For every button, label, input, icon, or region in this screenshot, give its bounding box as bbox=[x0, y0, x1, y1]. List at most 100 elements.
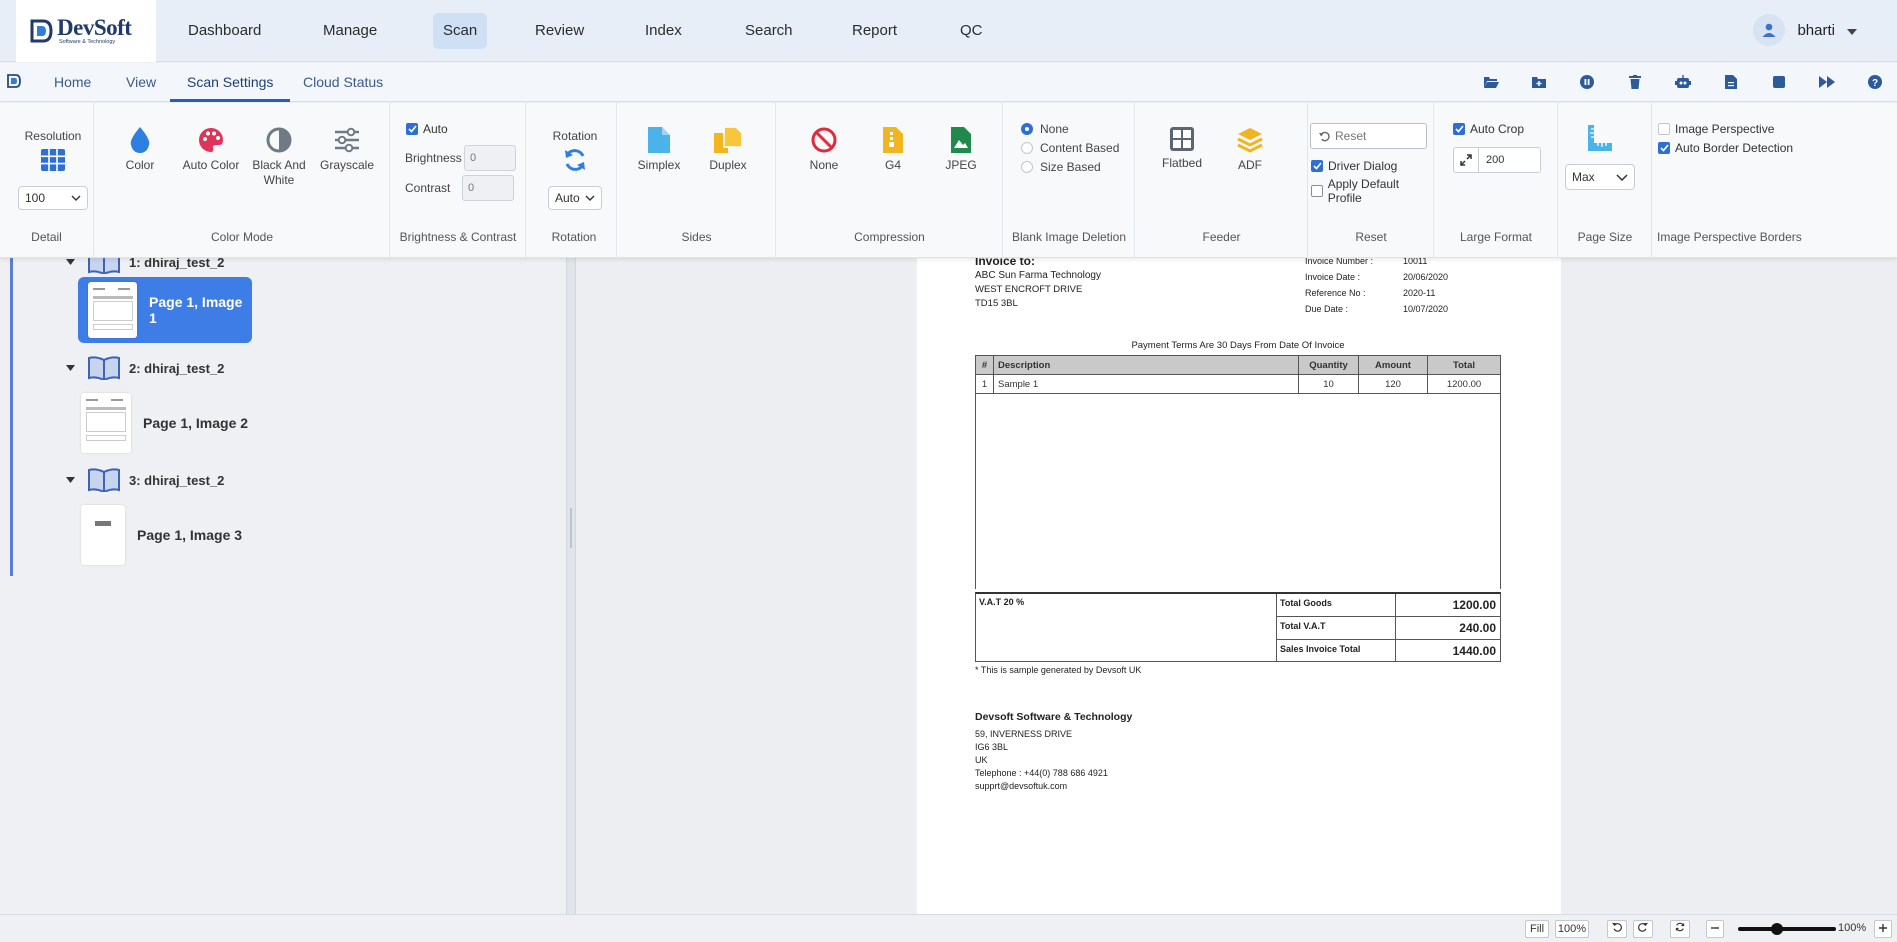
rotation-value: Auto bbox=[555, 191, 580, 205]
page-item-2[interactable]: Page 1, Image 2 bbox=[81, 393, 248, 453]
open-folder-icon[interactable] bbox=[1479, 71, 1503, 93]
color-button[interactable]: Color bbox=[115, 127, 165, 173]
tab-scan-settings[interactable]: Scan Settings bbox=[170, 72, 291, 102]
auto-crop-label: Auto Crop bbox=[1470, 122, 1525, 136]
large-format-size-input[interactable]: 200 bbox=[1479, 147, 1541, 173]
brightness-input[interactable]: 0 bbox=[464, 145, 516, 171]
nav-manage[interactable]: Manage bbox=[313, 13, 387, 49]
ruler-icon bbox=[1586, 125, 1612, 154]
blank-size-label: Size Based bbox=[1040, 160, 1101, 174]
document-icon[interactable] bbox=[1719, 71, 1743, 93]
devsoft-logo-icon bbox=[30, 19, 53, 43]
auto-crop-checkbox[interactable]: Auto Crop bbox=[1453, 122, 1524, 136]
blank-none-radio[interactable]: None bbox=[1021, 122, 1069, 136]
auto-border-detection-label: Auto Border Detection bbox=[1675, 141, 1794, 155]
image-perspective-label: Image Perspective bbox=[1675, 122, 1775, 136]
scan-settings-ribbon: Resolution 100 Detail Color Auto Color B… bbox=[0, 103, 1897, 258]
page-label: Page 1, Image 2 bbox=[143, 415, 249, 431]
batch-item-2[interactable]: 2: dhiraj_test_2 bbox=[66, 356, 224, 380]
nav-index[interactable]: Index bbox=[635, 13, 692, 49]
image-file-icon bbox=[951, 127, 971, 153]
rotate-icon[interactable] bbox=[562, 147, 588, 176]
stop-icon[interactable] bbox=[1767, 71, 1791, 93]
blank-content-radio[interactable]: Content Based bbox=[1021, 141, 1119, 155]
radio-icon bbox=[1021, 142, 1033, 154]
batch-name: 3: dhiraj_test_2 bbox=[129, 472, 225, 488]
grayscale-button[interactable]: Grayscale bbox=[317, 127, 377, 173]
reset-group: Reset Driver Dialog Apply Default Profil… bbox=[1309, 103, 1434, 258]
auto-brightness-checkbox[interactable]: Auto bbox=[406, 122, 448, 136]
new-folder-icon[interactable] bbox=[1527, 71, 1551, 93]
brightness-contrast-group: Auto Brightness 0 Contrast 0 Brightness … bbox=[391, 103, 526, 258]
driver-dialog-checkbox[interactable]: Driver Dialog bbox=[1311, 159, 1397, 173]
jpeg-button[interactable]: JPEG bbox=[936, 127, 986, 173]
zoom-in-button[interactable] bbox=[1874, 920, 1892, 938]
tab-view[interactable]: View bbox=[126, 72, 156, 102]
checkbox-icon bbox=[1311, 185, 1323, 197]
invoice-to-line: TD15 3BL bbox=[975, 298, 1018, 309]
duplex-button[interactable]: Duplex bbox=[703, 127, 753, 173]
auto-border-detection-checkbox[interactable]: Auto Border Detection bbox=[1658, 141, 1793, 155]
simplex-button[interactable]: Simplex bbox=[634, 127, 684, 173]
fit-fill-button[interactable]: Fill bbox=[1525, 920, 1549, 938]
compression-none-label: None bbox=[809, 158, 839, 172]
flatbed-label: Flatbed bbox=[1161, 156, 1203, 170]
refresh-button[interactable] bbox=[1670, 920, 1690, 938]
adf-button[interactable]: ADF bbox=[1225, 127, 1275, 173]
nav-review[interactable]: Review bbox=[525, 13, 594, 49]
blank-size-radio[interactable]: Size Based bbox=[1021, 160, 1101, 174]
nav-report[interactable]: Report bbox=[842, 13, 907, 49]
nav-qc[interactable]: QC bbox=[950, 13, 993, 49]
page-item-1[interactable]: Page 1, Image 1 bbox=[78, 277, 252, 343]
rotation-select[interactable]: Auto bbox=[548, 186, 602, 210]
flatbed-button[interactable]: Flatbed bbox=[1157, 127, 1207, 171]
nav-dashboard[interactable]: Dashboard bbox=[178, 13, 271, 49]
duplex-label: Duplex bbox=[709, 158, 747, 172]
robot-icon[interactable] bbox=[1671, 71, 1695, 93]
image-perspective-checkbox[interactable]: Image Perspective bbox=[1658, 122, 1774, 136]
zoom-slider-thumb[interactable] bbox=[1771, 923, 1784, 935]
panel-splitter[interactable] bbox=[566, 258, 576, 914]
zoom-out-button[interactable] bbox=[1706, 920, 1724, 938]
compression-none-button[interactable]: None bbox=[799, 127, 849, 173]
splitter-grip[interactable] bbox=[570, 508, 572, 548]
radio-selected-icon bbox=[1021, 123, 1033, 135]
auto-color-button[interactable]: Auto Color bbox=[181, 127, 241, 173]
minus-icon bbox=[1711, 927, 1719, 929]
actual-size-button[interactable]: 100% bbox=[1555, 920, 1589, 938]
column-header: Total bbox=[1427, 355, 1501, 375]
nav-search[interactable]: Search bbox=[735, 13, 803, 49]
page-label: Page 1, Image 3 bbox=[137, 527, 243, 543]
fast-forward-icon[interactable] bbox=[1815, 71, 1839, 93]
nav-scan[interactable]: Scan bbox=[433, 13, 488, 49]
page-size-select[interactable]: Max bbox=[1565, 164, 1635, 190]
tab-cloud-status[interactable]: Cloud Status bbox=[303, 72, 383, 102]
payment-terms: Payment Terms Are 30 Days From Date Of I… bbox=[1131, 340, 1345, 351]
g4-button[interactable]: G4 bbox=[868, 127, 918, 173]
resolution-select[interactable]: 100 bbox=[18, 186, 88, 210]
user-menu[interactable]: bharti bbox=[1753, 14, 1857, 46]
apply-default-profile-checkbox[interactable]: Apply Default Profile bbox=[1311, 177, 1433, 205]
reference-no-value: 2020-11 bbox=[1403, 288, 1436, 298]
help-icon[interactable]: ? bbox=[1863, 71, 1887, 93]
pause-icon[interactable] bbox=[1575, 71, 1599, 93]
zoom-slider[interactable] bbox=[1738, 923, 1836, 935]
black-and-white-button[interactable]: Black And White bbox=[249, 127, 309, 188]
page-size-group: Max Page Size bbox=[1559, 103, 1652, 258]
rotate-right-button[interactable] bbox=[1633, 920, 1653, 938]
user-avatar-icon bbox=[1753, 14, 1786, 46]
devsoft-logo[interactable]: DevSoft Software & Technology bbox=[16, 0, 156, 62]
delete-icon[interactable] bbox=[1623, 71, 1647, 93]
page-thumbnail bbox=[81, 393, 131, 453]
rotate-left-button[interactable] bbox=[1607, 920, 1627, 938]
expand-icon[interactable] bbox=[1453, 147, 1479, 173]
batch-item-3[interactable]: 3: dhiraj_test_2 bbox=[66, 468, 224, 492]
contrast-input[interactable]: 0 bbox=[462, 175, 514, 201]
app-menu-icon[interactable] bbox=[6, 73, 22, 92]
tab-home[interactable]: Home bbox=[54, 72, 91, 102]
reset-button[interactable]: Reset bbox=[1310, 123, 1427, 149]
checkbox-checked-icon bbox=[1453, 123, 1465, 135]
page-item-3[interactable]: Page 1, Image 3 bbox=[81, 505, 242, 565]
tab-bar: Home View Scan Settings Cloud Status ? bbox=[0, 63, 1897, 102]
vat-label: V.A.T 20 % bbox=[979, 597, 1025, 607]
